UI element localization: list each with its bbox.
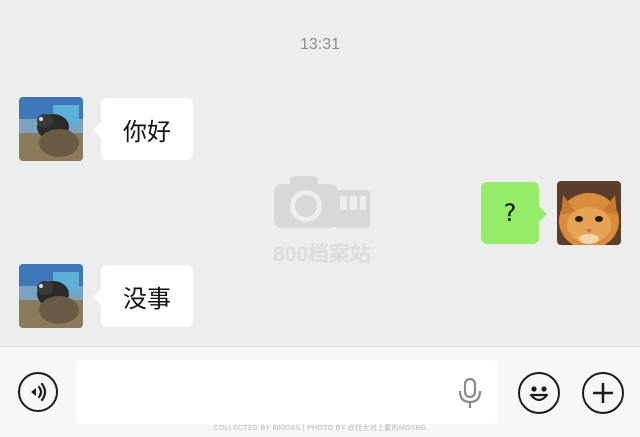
watermark-text: 800档案站 bbox=[272, 243, 372, 266]
message-bubble-incoming[interactable]: 没事 bbox=[93, 265, 193, 327]
camera-bus-icon bbox=[274, 176, 370, 228]
more-options-button[interactable] bbox=[582, 372, 624, 414]
message-input[interactable] bbox=[76, 360, 498, 424]
message-text: 你好 bbox=[123, 117, 171, 146]
message-text: 没事 bbox=[123, 284, 171, 313]
contact-avatar[interactable] bbox=[19, 264, 83, 328]
contact-avatar[interactable] bbox=[19, 97, 83, 161]
plus-icon bbox=[593, 383, 613, 403]
message-bubble-outgoing[interactable]: ? bbox=[481, 182, 547, 244]
message-text: ? bbox=[503, 199, 517, 227]
voice-icon bbox=[31, 382, 47, 402]
watermark: 800档案站 bbox=[262, 170, 382, 268]
emoji-button[interactable] bbox=[518, 372, 560, 414]
microphone-icon[interactable] bbox=[457, 377, 483, 409]
message-bubble-incoming[interactable]: 你好 bbox=[93, 98, 193, 160]
cat-avatar[interactable] bbox=[557, 181, 621, 245]
chat-area: 13:31 你好 ? 没事 800档案站 bbox=[0, 0, 640, 346]
voice-toggle-button[interactable] bbox=[18, 372, 58, 412]
emoji-icon bbox=[529, 386, 549, 402]
footer-credit: COLLECTED BY 800DAS | PHOTO BY @找大对上要的MG… bbox=[213, 425, 427, 432]
message-timestamp: 13:31 bbox=[299, 36, 341, 53]
